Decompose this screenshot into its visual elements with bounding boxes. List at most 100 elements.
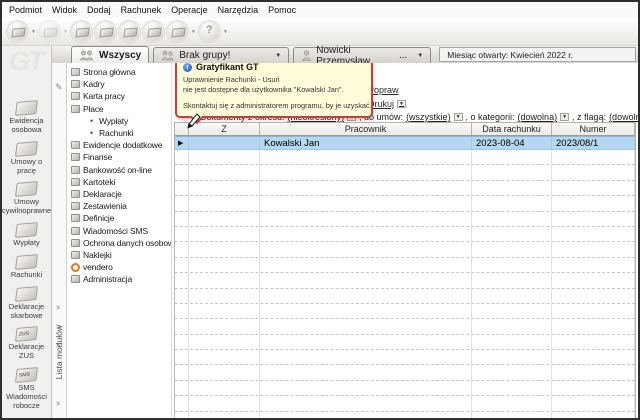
chevron-down-icon[interactable] (560, 113, 570, 121)
tree-item-deklaracje[interactable]: Deklaracje (71, 188, 171, 200)
table-row[interactable] (175, 257, 635, 274)
navigation-tree: Strona główna Kadry Karta pracy Płace Wy… (67, 63, 172, 418)
tree-item-kartoteki[interactable]: Kartoteki (71, 176, 171, 188)
print-icon (166, 21, 188, 42)
module-list-strip[interactable]: Lista modułów (52, 63, 67, 418)
gt-logo: GT (9, 46, 44, 76)
tree-item-wyplaty[interactable]: Wypłaty (71, 115, 171, 127)
table-header: Z Pracownik Data rachunku Numer (175, 123, 635, 136)
tree-item-bankowosc[interactable]: Bankowość on-line (71, 164, 171, 176)
chevrons-bottom (56, 393, 60, 418)
tab-more[interactable]: ... (399, 50, 407, 61)
table-row[interactable] (175, 365, 635, 381)
table-row[interactable] (175, 288, 635, 304)
table-row[interactable] (175, 226, 635, 243)
drukuj-link[interactable]: Drukuj (368, 99, 406, 109)
edit-document-button[interactable] (118, 21, 140, 42)
operations-button[interactable] (142, 21, 164, 42)
menu-operacje[interactable]: Operacje (166, 4, 213, 16)
pencil-icon (55, 77, 63, 95)
civil-contract-icon (14, 181, 39, 198)
tree-item-ewidencje-dodatkowe[interactable]: Ewidencje dodatkowe (71, 139, 171, 151)
chevron-down-icon[interactable]: ▼ (31, 29, 36, 35)
cell-data-rachunku: 2023-08-04 (472, 137, 552, 149)
chevron-down-icon[interactable] (453, 113, 463, 121)
table-row[interactable] (175, 180, 635, 197)
tree-item-zestawienia[interactable]: Zestawienia (71, 200, 171, 212)
chevron-down-icon[interactable]: ▼ (223, 29, 228, 35)
module-ewidencja-osobowa[interactable]: Ewidencja osobowa (2, 100, 51, 135)
tree-item-rachunki[interactable]: Rachunki (71, 127, 171, 139)
table-row-selected[interactable]: Kowalski Jan 2023-08-04 2023/08/1 (175, 136, 635, 150)
tree-item-karta-pracy[interactable]: Karta pracy (71, 90, 171, 102)
table-row[interactable] (175, 396, 635, 412)
tree-item-kadry[interactable]: Kadry (71, 78, 171, 90)
header-numer[interactable]: Numer (552, 123, 635, 135)
tag-button[interactable] (94, 21, 116, 42)
tab-bar: Wszyscy Brak grupy! ▼ Nowicki Przemysław… (52, 45, 638, 67)
module-wyplaty[interactable]: Wypłaty (2, 222, 51, 248)
module-rachunki[interactable]: Rachunki (2, 254, 51, 280)
table-row[interactable] (175, 196, 635, 212)
chevron-down-icon[interactable]: ▼ (417, 53, 423, 59)
table-row[interactable] (175, 242, 635, 258)
send-icon (38, 21, 60, 42)
menu-pomoc[interactable]: Pomoc (263, 4, 301, 16)
popraw-link[interactable]: Popraw (368, 85, 406, 95)
table-row[interactable] (175, 303, 635, 320)
header-data-rachunku[interactable]: Data rachunku (472, 123, 552, 135)
tree-item-finanse[interactable]: Finanse (71, 151, 171, 163)
table-row[interactable] (175, 319, 635, 335)
chevron-down-icon[interactable]: ▼ (191, 29, 196, 35)
module-deklaracje-zus[interactable]: ZUS Deklaracje ZUS (2, 326, 51, 361)
menu-dodaj[interactable]: Dodaj (82, 4, 116, 16)
chevron-down-icon[interactable] (397, 100, 406, 108)
menubar: Podmiot Widok Dodaj Rachunek Operacje Na… (2, 2, 638, 18)
filter-kategoria-dropdown[interactable]: (dowolna) (518, 112, 558, 122)
print-button[interactable]: ▼ (166, 21, 196, 42)
menu-widok[interactable]: Widok (47, 4, 82, 16)
tree-item-wiadomosci-sms[interactable]: Wiadomości SMS (71, 224, 171, 236)
payroll-icon (71, 104, 80, 113)
menu-narzedzia[interactable]: Narzędzia (213, 4, 264, 16)
menu-rachunek[interactable]: Rachunek (116, 4, 167, 16)
module-deklaracje-skarbowe[interactable]: Deklaracje skarbowe (2, 285, 51, 321)
chevron-down-icon[interactable]: ▼ (275, 53, 281, 59)
table-row[interactable] (175, 334, 635, 351)
documents-table: Z Pracownik Data rachunku Numer Kowalski… (174, 122, 636, 418)
cell-numer: 2023/08/1 (552, 137, 635, 149)
tab-nowicki-przemyslaw[interactable]: Nowicki Przemysław ... ▼ (293, 45, 432, 67)
table-row[interactable] (175, 380, 635, 397)
help-button[interactable]: ▼ (198, 21, 228, 42)
table-row[interactable] (175, 211, 635, 227)
employee-icon (70, 21, 92, 42)
tab-wszyscy[interactable]: Wszyscy (71, 46, 150, 63)
table-row[interactable] (175, 150, 635, 166)
module-sms-wiadomosci[interactable]: SMS SMS Wiadomości robocze (2, 367, 51, 411)
tree-item-place[interactable]: Płace (71, 103, 171, 115)
header-pracownik[interactable]: Pracownik (260, 123, 472, 135)
module-umowy-cywilnoprawne[interactable]: Umowy cywilnoprawne (2, 181, 51, 216)
tab-brak-grupy[interactable]: Brak grupy! ▼ (153, 47, 290, 63)
tree-item-definicje[interactable]: Definicje (71, 212, 171, 224)
tree-item-strona-glowna[interactable]: Strona główna (71, 66, 171, 78)
filter-umowy-dropdown[interactable]: (wszystkie) (406, 112, 451, 122)
tree-item-naklejki[interactable]: Naklejki (71, 249, 171, 261)
tax-declarations-icon (14, 285, 39, 302)
tree-item-administracja[interactable]: Administracja (71, 273, 171, 285)
employee-button[interactable] (70, 21, 92, 42)
table-row[interactable] (175, 273, 635, 289)
group-icon (161, 50, 175, 61)
tree-item-ochrona-danych[interactable]: Ochrona danych osobowych (71, 237, 171, 249)
table-row[interactable] (175, 350, 635, 366)
send-button[interactable]: ▼ (38, 21, 68, 42)
filter-flaga-dropdown[interactable]: (dowolna) (609, 112, 638, 122)
add-document-button[interactable]: ▼ (7, 21, 36, 42)
tree-item-vendero[interactable]: vendero (71, 261, 171, 273)
table-row[interactable] (175, 165, 635, 181)
menu-podmiot[interactable]: Podmiot (4, 4, 47, 16)
open-month-label: Miesiąc otwarty: Kwiecień 2022 r. (447, 49, 573, 60)
module-umowy-o-prace[interactable]: Umowy o pracę (2, 140, 51, 176)
definitions-icon (71, 214, 80, 223)
table-row[interactable] (175, 411, 635, 418)
